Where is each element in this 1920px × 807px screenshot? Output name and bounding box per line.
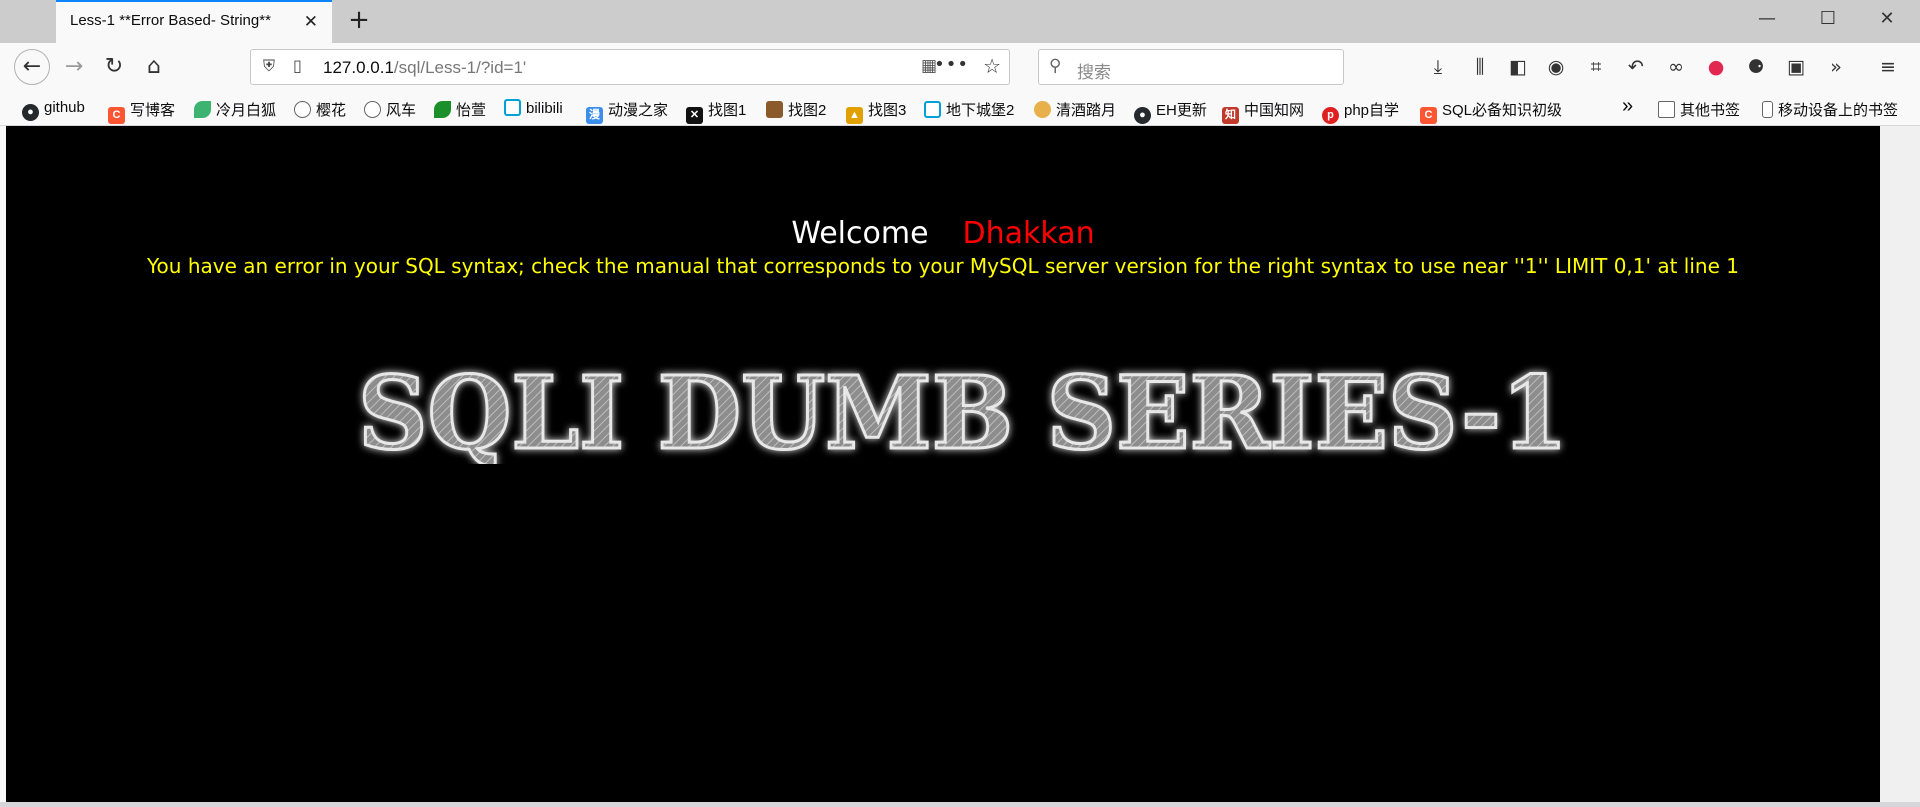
home-button[interactable]: ⌂ xyxy=(138,51,170,83)
forward-button[interactable]: → xyxy=(58,51,90,83)
extension-icon[interactable]: ⚈ xyxy=(1742,55,1770,83)
bookmark-item[interactable]: ✕ 找图1 xyxy=(686,99,746,124)
active-tab[interactable]: Less-1 **Error Based- String** ✕ xyxy=(56,0,332,43)
new-tab-button[interactable]: + xyxy=(344,5,374,35)
welcome-line: Welcome Dhakkan xyxy=(6,216,1880,251)
welcome-text: Welcome xyxy=(791,216,929,251)
x-icon: ✕ xyxy=(686,107,703,124)
url-text[interactable]: 127.0.0.1/sql/Less-1/?id=1' xyxy=(323,58,526,78)
sql-error-message: You have an error in your SQL syntax; ch… xyxy=(147,254,1739,278)
github-icon: ● xyxy=(1134,107,1151,124)
url-bar[interactable]: ⛨ ▯ 127.0.0.1/sql/Less-1/?id=1' ▦ ••• ☆ xyxy=(250,49,1010,85)
url-host: 127.0.0.1 xyxy=(323,58,394,77)
bilibili-icon xyxy=(504,99,521,116)
github-icon: ● xyxy=(22,104,39,121)
scrollbar[interactable] xyxy=(1880,126,1920,802)
bookmark-item[interactable]: p php自学 xyxy=(1322,99,1399,124)
back-button[interactable]: ← xyxy=(14,49,50,85)
banner-text: SQLI DUMB SERIES-1 xyxy=(358,354,1568,464)
bilibili-icon xyxy=(924,101,941,118)
search-bar[interactable]: ⚲ 搜索 xyxy=(1038,49,1344,85)
downloads-icon[interactable]: ⤓ xyxy=(1424,55,1452,83)
csdn-icon: C xyxy=(108,107,125,124)
window-bottom-edge xyxy=(0,802,1920,807)
sidebar-icon[interactable]: ◧ xyxy=(1504,55,1532,83)
cnki-icon: 知 xyxy=(1222,107,1239,124)
bookmarks-toolbar: ● github C 写博客 冷月白狐 樱花 风车 怡萱 bilibili 漫动漫之… xyxy=(0,91,1920,126)
bookmark-item[interactable]: ▲ 找图3 xyxy=(846,99,906,124)
page-actions-icon[interactable]: ••• xyxy=(934,54,969,75)
bookmark-item[interactable]: 怡萱 xyxy=(434,99,486,119)
bookmark-item[interactable]: 樱花 xyxy=(294,99,346,119)
overflow-menu-icon[interactable]: » xyxy=(1822,55,1850,83)
search-icon: ⚲ xyxy=(1049,56,1062,76)
block-icon[interactable]: ● xyxy=(1702,55,1730,83)
csdn-icon: C xyxy=(1420,107,1437,124)
comic-icon: 漫 xyxy=(586,107,603,124)
bookmark-item[interactable]: ● github xyxy=(22,99,85,121)
tracking-shield-icon[interactable]: ⛨ xyxy=(263,56,275,76)
bookmarks-overflow-button[interactable]: » xyxy=(1622,95,1633,117)
page-info-icon[interactable]: ▯ xyxy=(293,56,302,75)
bookmark-item[interactable]: 冷月白狐 xyxy=(194,99,276,119)
tab-close-icon[interactable]: ✕ xyxy=(304,12,318,32)
bookmark-star-icon[interactable]: ☆ xyxy=(983,54,1001,78)
leaf-icon xyxy=(194,101,211,118)
bookmark-item[interactable]: bilibili xyxy=(504,99,563,119)
navigation-toolbar: ← → ↻ ⌂ ⛨ ▯ 127.0.0.1/sql/Less-1/?id=1' … xyxy=(0,43,1920,91)
bookmark-item[interactable]: C 写博客 xyxy=(108,99,175,124)
avatar-icon xyxy=(766,101,783,118)
user-name: Dhakkan xyxy=(962,216,1095,251)
hamburger-menu-icon[interactable]: ≡ xyxy=(1874,55,1902,83)
bookmark-item[interactable]: 清酒踏月 xyxy=(1034,99,1116,119)
tab-strip: Less-1 **Error Based- String** ✕ + — ☐ ✕ xyxy=(0,0,1920,43)
maximize-button[interactable]: ☐ xyxy=(1813,8,1843,29)
globe-icon xyxy=(364,101,381,118)
folder-icon xyxy=(1658,101,1675,118)
minimize-button[interactable]: — xyxy=(1752,8,1782,29)
translate-icon[interactable]: ∞ xyxy=(1662,55,1690,83)
reload-button[interactable]: ↻ xyxy=(98,51,130,83)
moon-icon xyxy=(1034,101,1051,118)
bookmark-item[interactable]: C SQL必备知识初级 xyxy=(1420,99,1562,124)
bookmark-item[interactable]: 知中国知网 xyxy=(1222,99,1304,124)
undo-icon[interactable]: ↶ xyxy=(1622,55,1650,83)
bookmark-item[interactable]: ● EH更新 xyxy=(1134,99,1207,124)
leaf-icon xyxy=(434,101,451,118)
other-bookmarks-folder[interactable]: 其他书签 xyxy=(1658,99,1740,119)
image-icon: ▲ xyxy=(846,107,863,124)
phone-icon xyxy=(1762,101,1773,118)
bookmark-item[interactable]: 找图2 xyxy=(766,99,826,119)
globe-icon xyxy=(294,101,311,118)
window-close-button[interactable]: ✕ xyxy=(1872,8,1902,29)
screenshot-crop-icon[interactable]: ⌗ xyxy=(1582,55,1610,83)
bookmark-item[interactable]: 地下城堡2 xyxy=(924,99,1014,119)
sqli-dumb-series-banner: SQLI DUMB SERIES-1 xyxy=(357,354,1570,464)
tab-title: Less-1 **Error Based- String** xyxy=(70,12,271,29)
account-icon[interactable]: ◉ xyxy=(1542,55,1570,83)
extension2-icon[interactable]: ▣ xyxy=(1782,55,1810,83)
library-icon[interactable]: ⫼ xyxy=(1466,55,1494,83)
bookmark-item[interactable]: 漫动漫之家 xyxy=(586,99,668,124)
url-path: /sql/Less-1/?id=1' xyxy=(393,58,527,77)
search-placeholder: 搜索 xyxy=(1077,63,1111,83)
mobile-bookmarks-folder[interactable]: 移动设备上的书签 xyxy=(1762,99,1898,119)
bookmark-item[interactable]: 风车 xyxy=(364,99,416,119)
php-icon: p xyxy=(1322,107,1339,124)
page-content: Welcome Dhakkan You have an error in your… xyxy=(6,126,1880,802)
